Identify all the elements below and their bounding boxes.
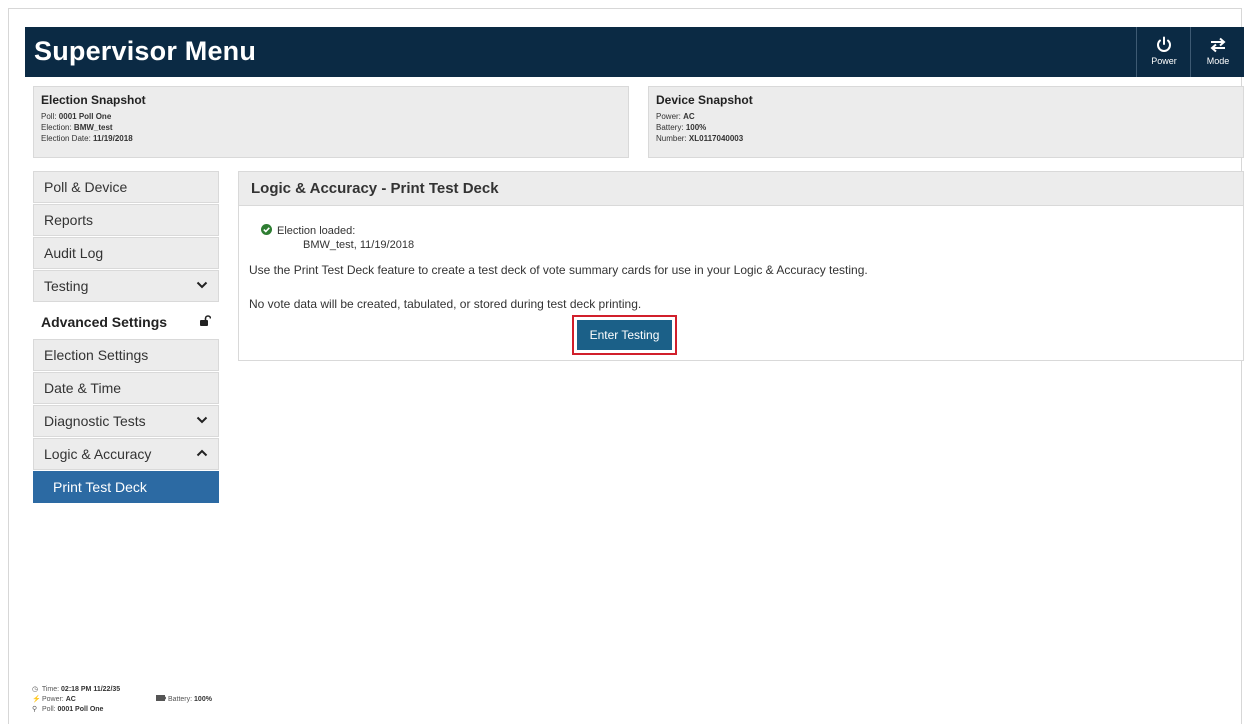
footer-battery-label: Battery:: [167, 696, 193, 703]
election-snapshot-title: Election Snapshot: [41, 93, 146, 107]
panel-title: Logic & Accuracy - Print Test Deck: [239, 172, 1243, 206]
device-snapshot: Device Snapshot Power: AC Battery: 100% …: [648, 86, 1244, 158]
election-date-value: 11/19/2018: [93, 134, 133, 143]
footer-time-value: 02:18 PM 11/22/35: [61, 686, 121, 693]
sidebar-item-election-settings[interactable]: Election Settings: [33, 339, 219, 371]
device-power-value: AC: [683, 112, 695, 121]
device-number-label: Number:: [656, 134, 687, 143]
sidebar-item-label: Election Settings: [44, 347, 149, 363]
advanced-settings-header: Advanced Settings: [33, 303, 219, 339]
footer-power-value: AC: [65, 696, 76, 703]
sidebar-item-label: Audit Log: [44, 245, 104, 261]
unlock-icon: [199, 303, 212, 341]
sidebar-item-label: Testing: [44, 278, 89, 294]
sidebar-item-label: Poll & Device: [44, 179, 128, 195]
swap-arrows-icon: [1210, 37, 1226, 53]
footer-power-row: ⚡ Power: AC: [32, 695, 120, 705]
battery-icon: [156, 695, 168, 703]
status-footer: ◷ Time: 02:18 PM 11/22/35 ⚡ Power: AC ⚲ …: [32, 685, 212, 715]
chevron-down-icon: [196, 271, 208, 302]
mode-button[interactable]: Mode: [1190, 27, 1245, 77]
power-label: Power: [1151, 56, 1177, 66]
election-date-label: Election Date:: [41, 134, 91, 143]
check-circle-icon: [261, 224, 272, 238]
sidebar-item-label: Logic & Accuracy: [44, 446, 152, 462]
poll-row: Poll: 0001 Poll One: [41, 111, 621, 122]
device-power-row: Power: AC: [656, 111, 1236, 122]
chevron-up-icon: [196, 439, 208, 470]
sidebar-item-logic-accuracy[interactable]: Logic & Accuracy: [33, 438, 219, 470]
sidebar: Poll & Device Reports Audit Log Testing …: [33, 171, 219, 504]
location-pin-icon: ⚲: [32, 706, 38, 713]
sidebar-item-print-test-deck[interactable]: Print Test Deck: [33, 471, 219, 503]
advanced-settings-label: Advanced Settings: [41, 314, 168, 330]
mode-label: Mode: [1206, 56, 1230, 66]
footer-time-row: ◷ Time: 02:18 PM 11/22/35: [32, 685, 120, 695]
election-loaded-label: Election loaded:: [277, 224, 356, 237]
plug-icon: ⚡: [32, 696, 41, 703]
device-number-row: Number: XL0117040003: [656, 133, 1236, 144]
poll-label: Poll:: [41, 112, 57, 121]
sidebar-item-label: Diagnostic Tests: [44, 413, 146, 429]
sidebar-item-date-time[interactable]: Date & Time: [33, 372, 219, 404]
sidebar-item-reports[interactable]: Reports: [33, 204, 219, 236]
election-snapshot: Election Snapshot Poll: 0001 Poll One El…: [33, 86, 629, 158]
device-power-label: Power:: [656, 112, 681, 121]
election-loaded-detail: BMW_test, 11/19/2018: [303, 239, 415, 251]
election-loaded-status: Election loaded:: [261, 224, 355, 238]
notice-text: No vote data will be created, tabulated,…: [249, 297, 642, 311]
page-title: Supervisor Menu: [34, 36, 257, 66]
election-label: Election:: [41, 123, 72, 132]
description-text: Use the Print Test Deck feature to creat…: [249, 263, 868, 277]
election-date-row: Election Date: 11/19/2018: [41, 133, 621, 144]
footer-battery: Battery: 100%: [156, 695, 212, 705]
footer-poll-row: ⚲ Poll: 0001 Poll One: [32, 705, 120, 715]
footer-poll-label: Poll:: [41, 706, 56, 713]
device-battery-value: 100%: [685, 123, 707, 132]
sidebar-item-label: Print Test Deck: [53, 479, 147, 495]
sidebar-item-poll-device[interactable]: Poll & Device: [33, 171, 219, 203]
election-row: Election: BMW_test: [41, 122, 621, 133]
main-panel: Logic & Accuracy - Print Test Deck Elect…: [238, 171, 1244, 361]
device-snapshot-title: Device Snapshot: [656, 93, 753, 107]
poll-value: 0001 Poll One: [58, 112, 112, 121]
sidebar-item-label: Date & Time: [44, 380, 122, 396]
device-battery-label: Battery:: [656, 123, 684, 132]
footer-battery-value: 100%: [194, 696, 212, 703]
sidebar-item-audit-log[interactable]: Audit Log: [33, 237, 219, 269]
sidebar-item-testing[interactable]: Testing: [33, 270, 219, 302]
enter-testing-button[interactable]: Enter Testing: [577, 320, 672, 350]
highlight-box: Enter Testing: [572, 315, 677, 355]
chevron-down-icon: [196, 406, 208, 437]
power-button[interactable]: Power: [1136, 27, 1191, 77]
election-value: BMW_test: [73, 123, 113, 132]
device-number-value: XL0117040003: [688, 134, 744, 143]
sidebar-item-label: Reports: [44, 212, 94, 228]
footer-time-label: Time:: [41, 686, 60, 693]
app-header: Supervisor Menu Power Mode: [25, 27, 1244, 77]
footer-poll-value: 0001 Poll One: [57, 706, 104, 713]
device-battery-row: Battery: 100%: [656, 122, 1236, 133]
sidebar-item-diagnostic-tests[interactable]: Diagnostic Tests: [33, 405, 219, 437]
power-icon: [1157, 36, 1171, 52]
footer-power-label: Power:: [41, 696, 64, 703]
clock-icon: ◷: [32, 686, 39, 693]
